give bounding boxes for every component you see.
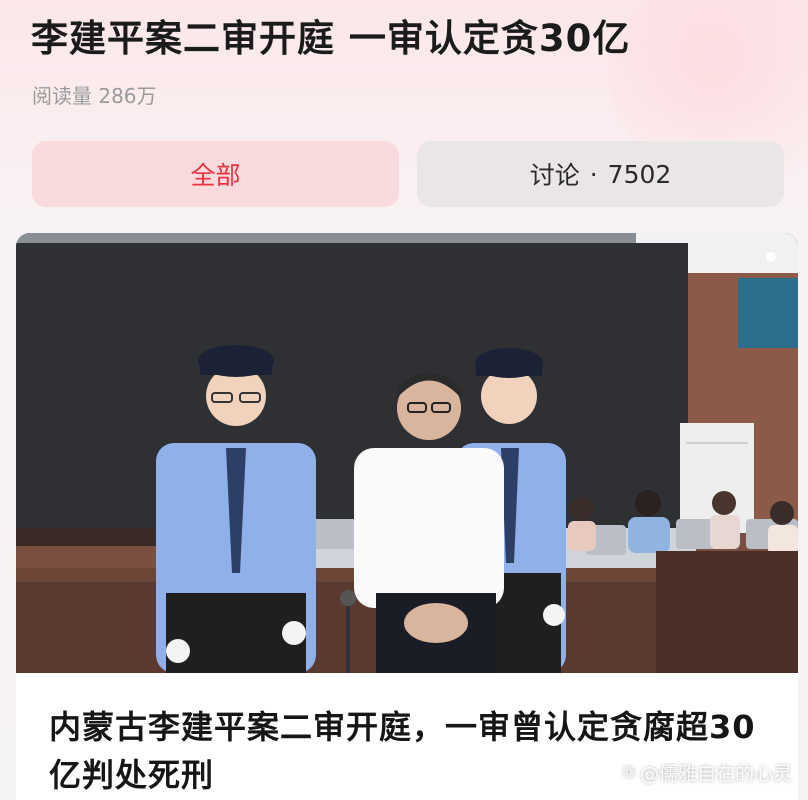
tab-discussion-count: 7502 [607, 159, 672, 189]
tab-discussion-label: 讨论 [529, 161, 580, 190]
tab-separator: · [589, 159, 598, 189]
courtroom-photo[interactable] [16, 233, 798, 673]
watermark-text: @儒雅自在的心灵 [639, 763, 792, 785]
article-card[interactable]: 内蒙古李建平案二审开庭，一审曾认定贪腐超30亿判处死刑 [16, 233, 798, 800]
read-count: 阅读量 286万 [32, 84, 157, 108]
topic-page: 李建平案二审开庭 一审认定贪30亿 阅读量 286万 全部 讨论 · 7502 [0, 0, 808, 800]
topic-title: 李建平案二审开庭 一审认定贪30亿 [31, 17, 631, 60]
photo-illustration [16, 233, 798, 673]
tab-all[interactable]: 全部 [32, 141, 399, 207]
tab-discussion[interactable]: 讨论 · 7502 [417, 141, 784, 207]
watermark: ❁ @儒雅自在的心灵 [622, 759, 792, 786]
tab-all-label: 全部 [190, 161, 241, 190]
paw-icon: ❁ [621, 762, 636, 783]
tab-bar: 全部 讨论 · 7502 [32, 141, 784, 207]
